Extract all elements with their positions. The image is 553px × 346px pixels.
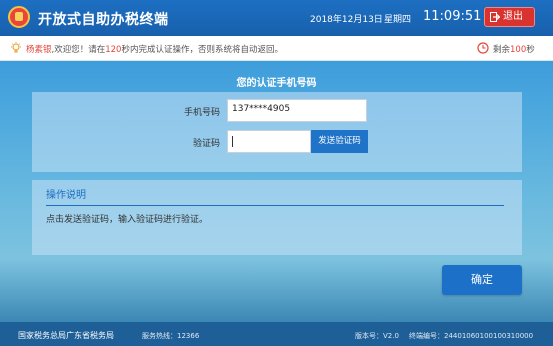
send-code-button[interactable]: 发送验证码 (311, 130, 368, 153)
lightbulb-icon (11, 42, 21, 53)
footer-version: 版本号：V2.0 (355, 331, 399, 340)
phone-label: 手机号码 (184, 108, 221, 118)
remaining-suffix: 秒 (526, 45, 535, 55)
weekday-display: 星期四 (384, 15, 412, 25)
instructions-text: 点击发送验证码，输入验证码进行验证。 (46, 215, 209, 225)
app-title: 开放式自助办税终端 (38, 12, 169, 28)
user-name: 杨素银 (26, 45, 52, 55)
welcome-message: 杨素银,欢迎您！请在120秒内完成认证操作，否则系统将自动返回。 (26, 43, 283, 55)
tax-emblem-icon (8, 6, 30, 28)
remaining-seconds: 100 (510, 45, 527, 55)
footer-bar: 国家税务总局广东省税务局 服务热线：12366 版本号：V2.0 终端编号：24… (0, 322, 553, 346)
exit-button[interactable]: 退出 (484, 7, 535, 27)
clock-icon (477, 42, 489, 54)
phone-field[interactable]: 137****4905 (227, 99, 367, 122)
exit-icon (490, 12, 500, 22)
footer-org: 国家税务总局广东省税务局 (18, 331, 114, 340)
timeout-seconds: 120 (105, 45, 122, 55)
greeting-prefix: ,欢迎您！请在 (51, 45, 106, 55)
screen: 开放式自助办税终端 2018年12月13日 星期四 11:09:51 退出 杨素… (0, 0, 553, 346)
date-display: 2018年12月13日 (310, 15, 383, 25)
exit-label: 退出 (503, 11, 523, 22)
instructions-header: 操作说明 (46, 190, 86, 201)
confirm-button[interactable]: 确定 (442, 265, 522, 295)
verification-code-input[interactable] (227, 130, 311, 153)
countdown: 剩余100秒 (493, 43, 535, 55)
instructions-divider (46, 205, 504, 206)
footer-hotline: 服务热线：12366 (142, 331, 200, 340)
section-title: 您的认证手机号码 (236, 78, 317, 89)
greeting-suffix: 秒内完成认证操作，否则系统将自动返回。 (121, 45, 283, 55)
remaining-prefix: 剩余 (493, 45, 511, 55)
text-cursor (232, 136, 233, 147)
clock-display: 11:09:51 (423, 9, 482, 24)
header-bar: 开放式自助办税终端 2018年12月13日 星期四 11:09:51 退出 (0, 0, 553, 36)
footer-terminal-id: 终端编号：24401060100100310000 (409, 331, 534, 340)
code-label: 验证码 (193, 139, 221, 149)
notice-bar: 杨素银,欢迎您！请在120秒内完成认证操作，否则系统将自动返回。 剩余100秒 (0, 36, 553, 61)
